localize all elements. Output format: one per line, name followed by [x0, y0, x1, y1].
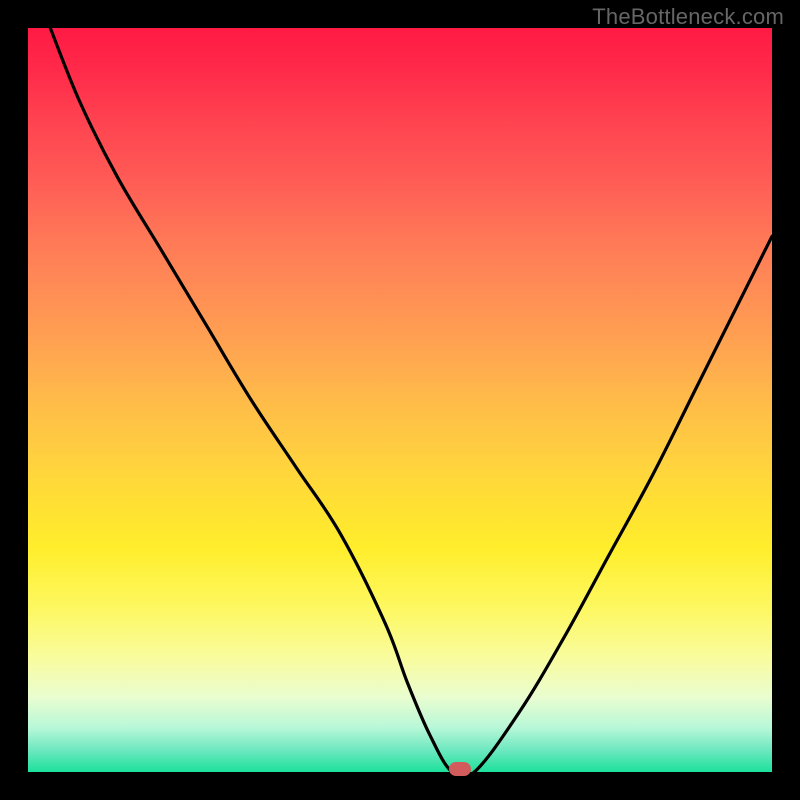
watermark-text: TheBottleneck.com — [592, 4, 784, 30]
optimum-marker — [449, 762, 471, 776]
curve-path — [50, 28, 772, 772]
plot-area — [28, 28, 772, 772]
bottleneck-curve — [28, 28, 772, 772]
